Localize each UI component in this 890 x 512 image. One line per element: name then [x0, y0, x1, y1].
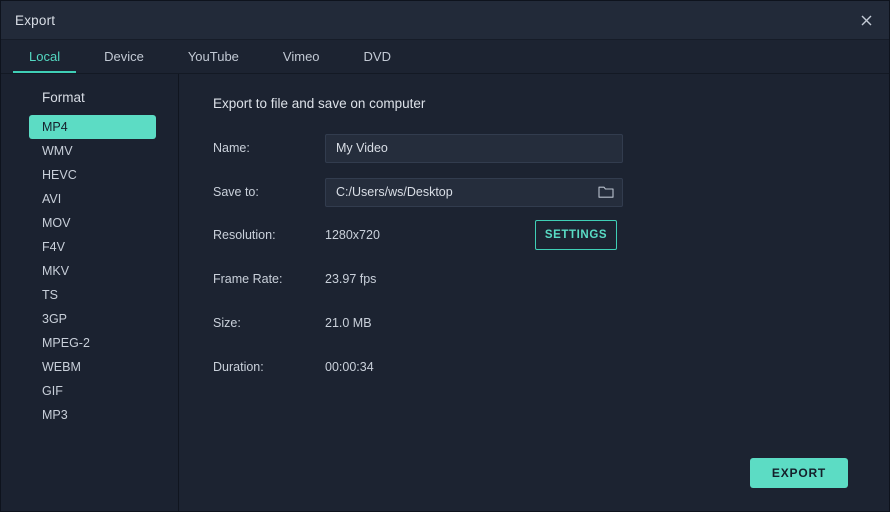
format-label: MOV	[42, 216, 71, 230]
format-item-ts[interactable]: TS	[29, 283, 156, 307]
export-button[interactable]: EXPORT	[750, 458, 848, 488]
tab-local[interactable]: Local	[7, 40, 82, 73]
resolution-label: Resolution:	[213, 228, 276, 242]
format-item-mp3[interactable]: MP3	[29, 403, 156, 427]
format-label: MP3	[42, 408, 68, 422]
duration-value: 00:00:34	[325, 360, 374, 374]
tab-bar: Local Device YouTube Vimeo DVD	[1, 40, 889, 74]
save-to-field	[325, 177, 623, 207]
format-sidebar: Format MP4 WMV HEVC AVI MOV F4V MKV TS 3…	[1, 74, 179, 511]
save-to-input[interactable]	[325, 177, 623, 207]
format-label: AVI	[42, 192, 62, 206]
duration-label: Duration:	[213, 360, 264, 374]
name-label: Name:	[213, 141, 250, 155]
title-bar: Export	[1, 1, 889, 40]
format-label: MPEG-2	[42, 336, 90, 350]
format-item-gif[interactable]: GIF	[29, 379, 156, 403]
export-dialog: Export Local Device YouTube Vimeo DVD Fo…	[0, 0, 890, 512]
format-item-wmv[interactable]: WMV	[29, 139, 156, 163]
resolution-row: Resolution: 1280x720 SETTINGS	[213, 220, 889, 250]
format-item-3gp[interactable]: 3GP	[29, 307, 156, 331]
dialog-body: Format MP4 WMV HEVC AVI MOV F4V MKV TS 3…	[1, 74, 889, 511]
name-input[interactable]	[325, 133, 623, 163]
format-label: MKV	[42, 264, 70, 278]
tab-youtube[interactable]: YouTube	[166, 40, 261, 73]
format-item-webm[interactable]: WEBM	[29, 355, 156, 379]
format-label: MP4	[42, 120, 68, 134]
format-label: TS	[42, 288, 58, 302]
tab-vimeo-label: Vimeo	[282, 49, 320, 64]
format-label: 3GP	[42, 312, 68, 326]
format-label: WMV	[42, 144, 73, 158]
format-label: GIF	[42, 384, 63, 398]
folder-icon[interactable]	[598, 185, 614, 199]
resolution-value: 1280x720	[325, 228, 380, 242]
tab-vimeo[interactable]: Vimeo	[261, 40, 342, 73]
tab-device-label: Device	[104, 49, 144, 64]
frame-rate-value: 23.97 fps	[325, 272, 377, 286]
window-title: Export	[15, 12, 56, 28]
format-list: MP4 WMV HEVC AVI MOV F4V MKV TS 3GP MPEG…	[1, 115, 178, 427]
save-to-label: Save to:	[213, 185, 259, 199]
size-row: Size: 21.0 MB	[213, 309, 889, 337]
frame-rate-label: Frame Rate:	[213, 272, 283, 286]
format-item-mov[interactable]: MOV	[29, 211, 156, 235]
export-settings-panel: Export to file and save on computer Name…	[179, 74, 889, 511]
duration-row: Duration: 00:00:34	[213, 353, 889, 381]
tab-dvd-label: DVD	[363, 49, 391, 64]
format-label: F4V	[42, 240, 65, 254]
tab-local-label: Local	[29, 49, 61, 64]
size-value: 21.0 MB	[325, 316, 372, 330]
format-heading: Format	[42, 90, 85, 105]
close-icon[interactable]	[851, 7, 881, 33]
format-item-mkv[interactable]: MKV	[29, 259, 156, 283]
tab-youtube-label: YouTube	[187, 49, 239, 64]
tab-device[interactable]: Device	[82, 40, 166, 73]
format-item-avi[interactable]: AVI	[29, 187, 156, 211]
format-item-mp4[interactable]: MP4	[29, 115, 156, 139]
settings-button[interactable]: SETTINGS	[535, 220, 617, 250]
format-item-mpeg2[interactable]: MPEG-2	[29, 331, 156, 355]
panel-heading: Export to file and save on computer	[213, 96, 426, 111]
format-label: HEVC	[42, 168, 77, 182]
format-item-f4v[interactable]: F4V	[29, 235, 156, 259]
tab-dvd[interactable]: DVD	[342, 40, 413, 73]
frame-rate-row: Frame Rate: 23.97 fps	[213, 265, 889, 293]
format-item-hevc[interactable]: HEVC	[29, 163, 156, 187]
format-label: WEBM	[42, 360, 81, 374]
save-to-row: Save to:	[213, 177, 889, 207]
name-row: Name:	[213, 133, 889, 163]
size-label: Size:	[213, 316, 241, 330]
